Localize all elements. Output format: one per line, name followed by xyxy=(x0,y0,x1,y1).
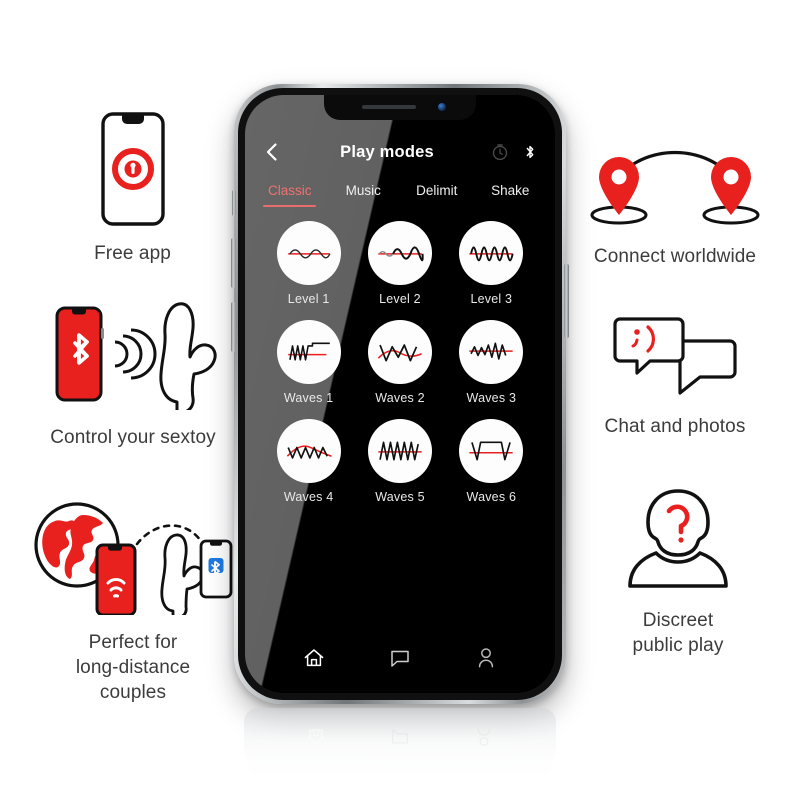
play-modes-grid: Level 1 Level 2 Level 3 Waves 1 Waves 2 … xyxy=(245,221,555,504)
feature-caption: Free app xyxy=(94,243,171,264)
caption-line: Perfect for xyxy=(88,632,178,653)
phone-lock-icon xyxy=(100,112,165,231)
mode-tabs: Classic Music Delimit Shake xyxy=(245,183,555,213)
timer-icon[interactable] xyxy=(491,143,509,161)
tab-music[interactable]: Music xyxy=(327,183,401,207)
mode-label: Level 3 xyxy=(470,292,513,306)
mode-label: Waves 6 xyxy=(466,490,517,504)
phone-mockup: Play modes Classic Music Delimit Shake L… xyxy=(231,84,569,792)
chat-bubble-icon[interactable] xyxy=(388,646,412,670)
tab-classic[interactable]: Classic xyxy=(253,183,327,207)
app-header: Play modes xyxy=(245,135,555,169)
header-actions xyxy=(491,143,539,161)
mode-item[interactable]: Waves 5 xyxy=(354,419,445,504)
phone-screen: Play modes Classic Music Delimit Shake L… xyxy=(245,95,555,693)
mode-item[interactable]: Waves 3 xyxy=(446,320,537,405)
volume-up-button[interactable] xyxy=(231,238,236,288)
mode-item[interactable]: Waves 6 xyxy=(446,419,537,504)
caption-line: long-distance xyxy=(75,657,191,678)
wave-level-3-icon xyxy=(459,221,524,285)
wave-level-1-icon xyxy=(276,221,341,285)
power-button[interactable] xyxy=(564,264,569,338)
speech-bubbles-wink-icon xyxy=(610,315,740,404)
caption-line: couples xyxy=(99,682,167,703)
tab-label: Delimit xyxy=(416,183,458,198)
tab-shake[interactable]: Shake xyxy=(474,183,548,207)
tab-label: Shake xyxy=(491,183,530,198)
mode-label: Level 1 xyxy=(287,292,330,306)
mode-label: Level 2 xyxy=(379,292,421,306)
feature-discreet-public-play: Discreet public play xyxy=(592,485,764,658)
mode-label: Waves 4 xyxy=(283,490,334,504)
tab-label: Classic xyxy=(267,183,312,198)
feature-caption: Connect worldwide xyxy=(593,246,757,267)
chevron-left-icon[interactable] xyxy=(261,141,283,163)
map-pins-arc-icon xyxy=(585,145,765,234)
feature-long-distance: Perfect for long-distance couples xyxy=(18,495,248,705)
mode-item[interactable]: Level 1 xyxy=(263,221,354,306)
volume-down-button[interactable] xyxy=(231,302,236,352)
phone-bezel: Play modes Classic Music Delimit Shake L… xyxy=(238,88,562,700)
mode-label: Waves 1 xyxy=(283,391,334,405)
promo-layout: Free app Control your sextoy Perfect for… xyxy=(0,0,800,800)
tab-label: Music xyxy=(345,183,381,198)
feature-caption: Chat and photos xyxy=(604,416,746,437)
mode-label: Waves 2 xyxy=(375,391,425,405)
tab-underline xyxy=(263,205,317,207)
phone-reflection xyxy=(244,708,556,792)
mute-switch[interactable] xyxy=(232,190,236,216)
home-icon[interactable] xyxy=(302,646,326,670)
user-profile-icon[interactable] xyxy=(474,646,498,670)
tab-delimit[interactable]: Delimit xyxy=(400,183,474,207)
wave-level-2-icon xyxy=(367,221,432,285)
feature-caption: Perfect for long-distance couples xyxy=(76,630,190,705)
play-modes-app: Play modes Classic Music Delimit Shake L… xyxy=(245,95,555,693)
feature-chat-photos: Chat and photos xyxy=(580,315,770,439)
phone-frame: Play modes Classic Music Delimit Shake L… xyxy=(231,84,569,704)
feature-caption: Control your sextoy xyxy=(50,427,216,448)
globe-phone-toy-icon xyxy=(25,495,241,620)
mode-item[interactable]: Waves 1 xyxy=(263,320,354,405)
feature-free-app: Free app xyxy=(35,112,230,266)
mode-item[interactable]: Waves 4 xyxy=(263,419,354,504)
caption-line: public play xyxy=(632,635,724,656)
wave-pattern-5-icon xyxy=(367,419,432,483)
mode-item[interactable]: Level 2 xyxy=(354,221,445,306)
feature-caption: Discreet public play xyxy=(633,608,724,658)
bluetooth-icon[interactable] xyxy=(521,143,539,161)
feature-control-sextoy: Control your sextoy xyxy=(28,300,238,450)
caption-line: Discreet xyxy=(642,610,714,631)
reflection-fade xyxy=(244,708,556,792)
wave-pattern-3-icon xyxy=(459,320,524,384)
page-title: Play modes xyxy=(340,142,434,161)
anonymous-person-icon xyxy=(616,485,740,598)
feature-connect-worldwide: Connect worldwide xyxy=(570,145,780,269)
mode-item[interactable]: Level 3 xyxy=(446,221,537,306)
wave-pattern-1-icon xyxy=(276,320,341,384)
wave-pattern-6-icon xyxy=(459,419,524,483)
front-camera xyxy=(438,103,446,111)
mode-label: Waves 5 xyxy=(375,490,425,504)
phone-bluetooth-toy-icon xyxy=(35,300,231,415)
earpiece-speaker xyxy=(362,105,416,109)
mode-item[interactable]: Waves 2 xyxy=(354,320,445,405)
phone-notch xyxy=(324,95,476,120)
wave-pattern-4-icon xyxy=(276,419,341,483)
mode-label: Waves 3 xyxy=(466,391,517,405)
wave-pattern-2-icon xyxy=(367,320,432,384)
bottom-navigation xyxy=(245,639,555,677)
